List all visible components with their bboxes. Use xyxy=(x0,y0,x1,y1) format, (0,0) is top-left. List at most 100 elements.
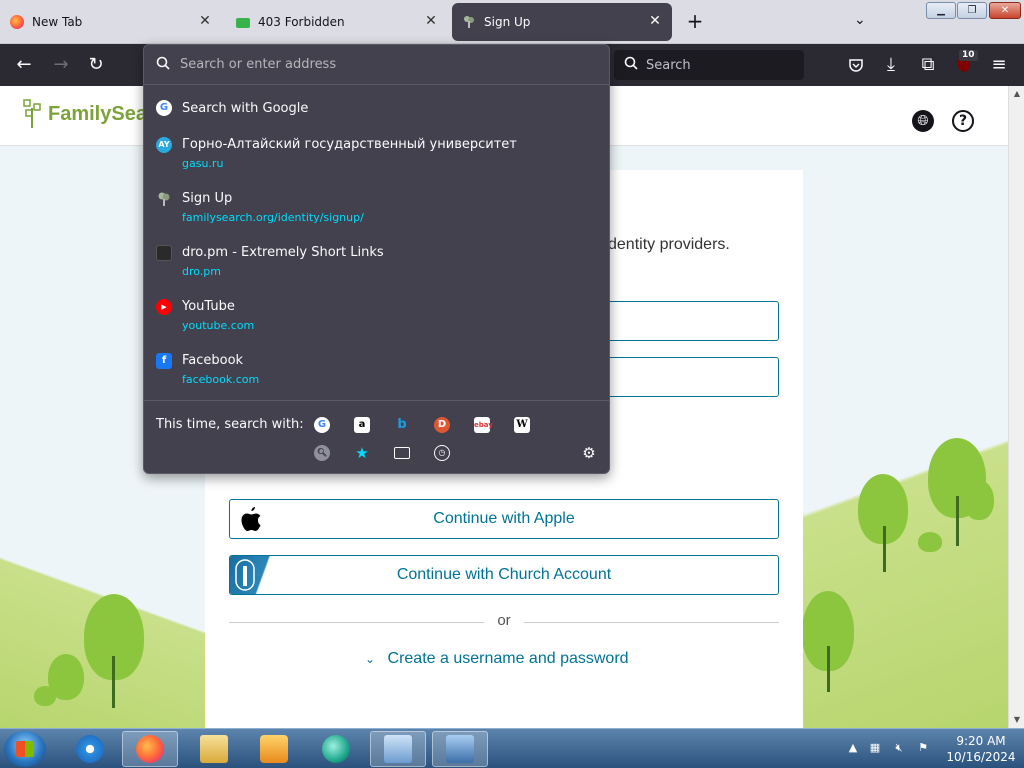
google-icon[interactable]: G xyxy=(314,417,330,433)
gasu-icon: AY xyxy=(156,137,172,153)
result-title: dro.pm - Extremely Short Links xyxy=(182,245,384,260)
facebook-icon: f xyxy=(156,353,172,369)
taskbar-file-explorer[interactable] xyxy=(186,731,242,767)
chevron-down-icon[interactable]: ⌄ xyxy=(854,12,866,28)
bookmarks-star-icon[interactable]: ★ xyxy=(354,445,370,461)
close-tab-icon[interactable]: ✕ xyxy=(198,14,212,28)
gear-icon[interactable]: ⚙ xyxy=(581,445,597,461)
church-button-label: Continue with Church Account xyxy=(396,566,612,583)
result-familysearch-signup[interactable]: Sign Up familysearch.org/identity/signup… xyxy=(144,187,609,231)
computer-icon xyxy=(446,735,474,763)
result-title: Горно-Алтайский государственный универси… xyxy=(182,137,517,152)
tab-strip: New Tab ✕ 403 Forbidden ✕ Sign Up ✕ + ⌄ … xyxy=(0,0,1024,44)
tab-403-forbidden[interactable]: 403 Forbidden ✕ xyxy=(226,3,448,41)
windows-taskbar: ▲ ▦ 🔇︎ ⚑ 9:20 AM 10/16/2024 xyxy=(0,728,1024,768)
download-icon[interactable]: ⤓ xyxy=(880,54,902,76)
page-scrollbar[interactable]: ▲ ▼ xyxy=(1008,86,1024,728)
result-dropm[interactable]: dro.pm - Extremely Short Links dro.pm xyxy=(144,241,609,285)
wikipedia-icon[interactable]: W xyxy=(514,417,530,433)
ebay-icon[interactable]: ebay xyxy=(474,417,493,433)
decorative-tree-trunk xyxy=(883,526,886,572)
clock-time[interactable]: 9:20 AM xyxy=(942,734,1020,748)
taskbar-network[interactable] xyxy=(432,731,488,767)
action-center-flag-icon[interactable]: ⚑ xyxy=(916,741,930,755)
new-tab-button[interactable]: + xyxy=(684,11,706,31)
or-text: or xyxy=(497,612,511,629)
result-facebook[interactable]: f Facebook facebook.com xyxy=(144,349,609,393)
globe-icon[interactable]: 🌐︎ xyxy=(912,110,934,132)
amazon-icon[interactable]: a xyxy=(354,417,370,433)
result-url: familysearch.org/identity/signup/ xyxy=(182,211,364,224)
address-input[interactable] xyxy=(180,57,580,72)
result-title: Search with Google xyxy=(182,101,309,116)
create-link-label: Create a username and password xyxy=(387,650,629,667)
control-panel-icon xyxy=(384,735,412,763)
create-username-password-link[interactable]: ⌄ Create a username and password xyxy=(365,650,629,668)
forward-arrow-icon[interactable]: → xyxy=(50,54,72,76)
duckduckgo-icon[interactable]: D xyxy=(434,417,450,433)
window-close-button[interactable]: ✕ xyxy=(989,2,1021,19)
result-search-with-google[interactable]: G Search with Google xyxy=(144,97,609,121)
taskbar-app[interactable] xyxy=(308,731,364,767)
volume-muted-icon[interactable]: 🔇︎ xyxy=(892,741,906,755)
familysearch-tree-icon xyxy=(462,15,476,29)
search-icon[interactable]: 🔍︎ xyxy=(314,445,330,461)
internet-explorer-icon xyxy=(76,735,104,763)
firefox-icon xyxy=(10,15,24,29)
search-placeholder: Search xyxy=(646,57,691,73)
scroll-down-arrow-icon[interactable]: ▼ xyxy=(1009,712,1024,728)
church-statue-icon xyxy=(230,556,294,594)
apple-logo-icon xyxy=(236,504,266,534)
start-button[interactable] xyxy=(4,731,46,767)
hamburger-menu-icon[interactable]: ≡ xyxy=(988,54,1010,76)
result-title: YouTube xyxy=(182,299,235,314)
media-player-icon xyxy=(260,735,288,763)
clock-date[interactable]: 10/16/2024 xyxy=(942,750,1020,764)
continue-with-church-account-button[interactable]: Continue with Church Account xyxy=(229,555,779,595)
show-hidden-icons-icon[interactable]: ▲ xyxy=(846,741,860,755)
search-with-label: This time, search with: xyxy=(156,417,304,432)
result-gasu[interactable]: AY Горно-Алтайский государственный униве… xyxy=(144,133,609,177)
result-url: gasu.ru xyxy=(182,157,224,170)
network-icon[interactable]: ▦ xyxy=(868,741,882,755)
continue-with-apple-button[interactable]: Continue with Apple xyxy=(229,499,779,539)
tabs-icon[interactable] xyxy=(394,447,410,459)
result-youtube[interactable]: ▶ YouTube youtube.com xyxy=(144,295,609,339)
folder-icon xyxy=(236,18,250,28)
taskbar-firefox[interactable] xyxy=(122,731,178,767)
scroll-up-arrow-icon[interactable]: ▲ xyxy=(1009,86,1024,102)
taskbar-control-panel[interactable] xyxy=(370,731,426,767)
tab-sign-up[interactable]: Sign Up ✕ xyxy=(452,3,672,41)
result-title: Sign Up xyxy=(182,191,233,206)
help-icon[interactable]: ? xyxy=(952,110,974,132)
tab-title: Sign Up xyxy=(484,15,531,29)
result-url: youtube.com xyxy=(182,319,255,332)
identity-providers-text: dentity providers. xyxy=(608,236,730,253)
history-clock-icon[interactable]: ◷ xyxy=(434,445,450,461)
familysearch-tree-icon xyxy=(156,191,172,207)
youtube-icon: ▶ xyxy=(156,299,172,315)
search-bar[interactable]: Search xyxy=(614,50,804,80)
reload-icon[interactable]: ↻ xyxy=(85,54,107,76)
one-off-search-row: This time, search with: G a b D ebay W 🔍… xyxy=(144,400,609,474)
close-tab-icon[interactable]: ✕ xyxy=(648,14,662,28)
pocket-icon[interactable] xyxy=(845,54,867,76)
taskbar-media-player[interactable] xyxy=(246,731,302,767)
address-bar[interactable] xyxy=(144,45,609,85)
firefox-icon xyxy=(136,735,164,763)
window-restore-button[interactable]: ❐ xyxy=(957,2,987,19)
taskbar-internet-explorer[interactable] xyxy=(62,731,118,767)
decorative-tree xyxy=(918,532,942,552)
folder-icon xyxy=(200,735,228,763)
bing-icon[interactable]: b xyxy=(394,417,410,433)
tab-title: New Tab xyxy=(32,15,83,29)
tab-new-tab[interactable]: New Tab ✕ xyxy=(0,3,222,41)
search-icon xyxy=(156,56,170,74)
extensions-puzzle-icon[interactable]: ⧉ xyxy=(917,54,939,76)
back-arrow-icon[interactable]: ← xyxy=(13,54,35,76)
system-tray: ▲ ▦ 🔇︎ ⚑ 9:20 AM 10/16/2024 xyxy=(842,729,1024,768)
or-divider: or xyxy=(229,612,779,632)
close-tab-icon[interactable]: ✕ xyxy=(424,14,438,28)
tab-title: 403 Forbidden xyxy=(258,15,345,29)
window-minimize-button[interactable]: ▁ xyxy=(926,2,956,19)
